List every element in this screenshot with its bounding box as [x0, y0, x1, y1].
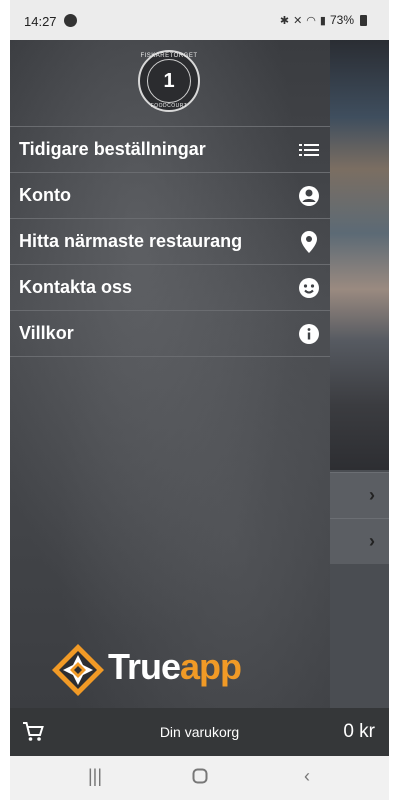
signal-icon: ▮ [319, 14, 326, 27]
background-list-item[interactable]: › [330, 518, 389, 564]
menu-item-account[interactable]: Konto [10, 173, 330, 219]
status-time: 14:27 [24, 14, 57, 29]
cart-label: Din varukorg [159, 724, 240, 740]
spotify-icon [64, 14, 77, 27]
logo-bottom-text: FOODCOURT [150, 103, 188, 109]
mute-icon: ✕ [293, 14, 303, 27]
system-nav-bar: ||| ‹ [10, 756, 389, 800]
chevron-right-icon: › [369, 485, 375, 505]
menu-item-label: Hitta närmaste restaurang [19, 231, 243, 251]
drawer-menu: Tidigare beställningar Konto Hitta närma… [10, 126, 330, 357]
location-pin-icon [298, 230, 320, 253]
restaurant-logo: FISKARETORGET 1 FOODCOURT [138, 50, 200, 112]
battery-percent: 73% [329, 13, 354, 27]
menu-item-label: Villkor [19, 323, 74, 343]
bluetooth-icon: ✱ [279, 14, 290, 27]
info-icon [298, 323, 320, 345]
battery-icon [360, 14, 367, 26]
trueapp-mark-icon [52, 644, 104, 696]
list-icon [298, 139, 320, 161]
menu-item-label: Kontakta oss [19, 277, 133, 297]
background-content: › › [330, 40, 389, 708]
menu-item-contact[interactable]: Kontakta oss [10, 265, 330, 311]
menu-item-label: Tidigare beställningar [19, 139, 206, 159]
status-bar: 14:27 ✱ ✕ ◠ ▮ 73% [10, 0, 389, 40]
background-list-item[interactable]: › [330, 472, 389, 518]
restaurant-photo [330, 40, 389, 470]
account-icon [298, 185, 320, 207]
back-icon[interactable]: ‹ [295, 766, 319, 790]
logo-top-text: FISKARETORGET [140, 53, 198, 59]
cart-total: 0 kr [343, 721, 375, 742]
chat-face-icon [298, 277, 320, 299]
cart-bar[interactable]: Din varukorg 0 kr [10, 708, 389, 756]
navigation-drawer: FISKARETORGET 1 FOODCOURT Tidigare bestä… [10, 40, 330, 708]
menu-item-previous-orders[interactable]: Tidigare beställningar [10, 127, 330, 173]
logo-number: 1 [163, 69, 175, 92]
recent-apps-icon[interactable]: ||| [83, 766, 107, 790]
wifi-icon: ◠ [306, 14, 316, 27]
trueapp-wordmark: Trueapp [108, 646, 242, 687]
menu-item-label: Konto [19, 185, 71, 205]
trueapp-logo: Trueapp [50, 640, 290, 700]
status-icons: ✱ ✕ ◠ ▮ 73% [280, 13, 367, 27]
home-icon[interactable] [188, 766, 212, 790]
chevron-right-icon: › [369, 531, 375, 551]
app-screen: 14:27 ✱ ✕ ◠ ▮ 73% › › FISKARETORGET 1 FO… [10, 0, 389, 800]
menu-item-terms[interactable]: Villkor [10, 311, 330, 357]
menu-item-find-restaurant[interactable]: Hitta närmaste restaurang [10, 219, 330, 265]
